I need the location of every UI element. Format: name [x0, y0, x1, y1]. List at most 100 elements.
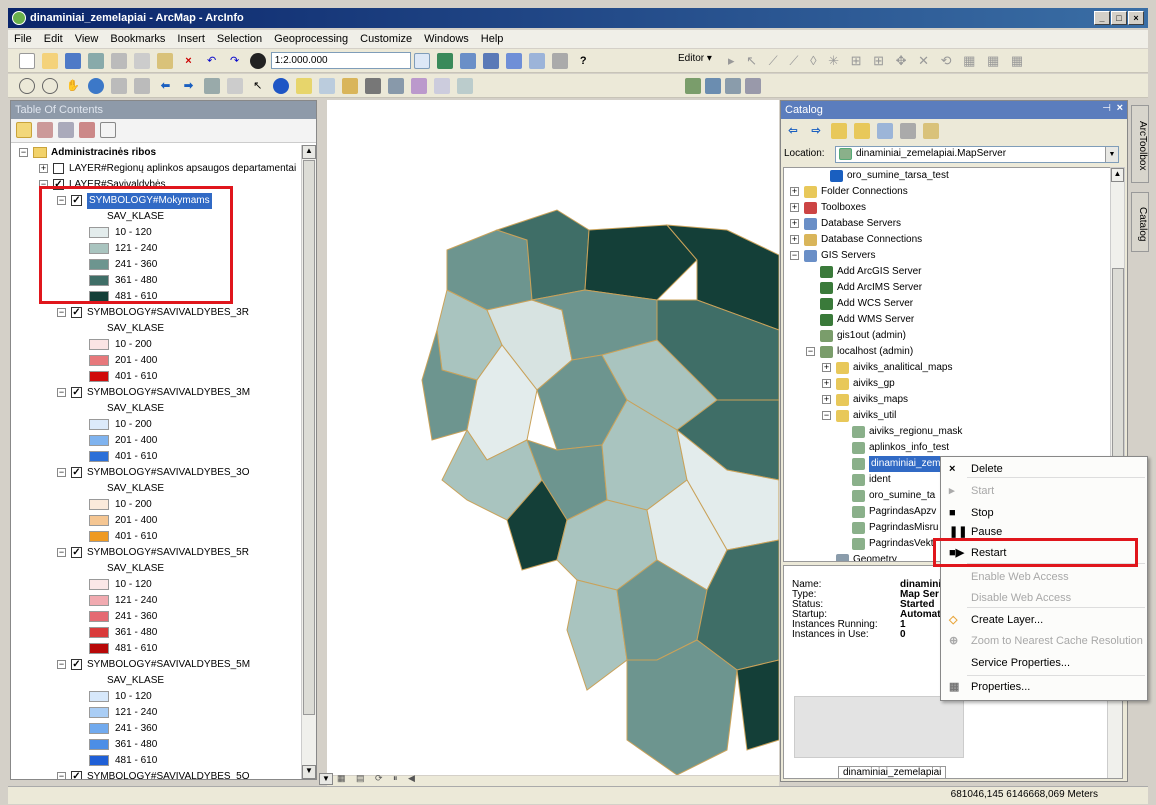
undo-icon[interactable]: ↶ [204, 53, 220, 69]
catalog-item[interactable]: Add ArcGIS Server [784, 264, 1110, 280]
ctx-item-properties[interactable]: ▦ Properties... [941, 677, 1147, 697]
fixed-zoom-out-icon[interactable] [134, 78, 151, 94]
network-tool-icon[interactable] [705, 78, 721, 94]
collapse-icon[interactable]: − [57, 468, 66, 477]
open-folder-icon[interactable] [42, 53, 59, 69]
map-view[interactable] [327, 100, 780, 776]
ctx-item-enable-web-access[interactable]: Enable Web Access [941, 567, 1147, 587]
catalog-item[interactable]: gis1out (admin) [784, 328, 1110, 344]
toc-window-icon[interactable] [459, 53, 476, 69]
create-viewer-icon[interactable] [457, 78, 474, 94]
expand-icon[interactable]: + [822, 363, 831, 372]
data-layout-view-toggle-icon[interactable]: ▦ ▤ ⟳ ⏸ ◀ [337, 773, 419, 784]
select-elements-icon[interactable]: ↖ [250, 78, 266, 94]
catalog-item[interactable]: − aiviks_util [784, 408, 1110, 424]
municipalities-map[interactable] [327, 100, 780, 776]
fixed-zoom-in-icon[interactable] [111, 78, 128, 94]
catalog-forward-icon[interactable]: ⇨ [808, 123, 824, 139]
scroll-down-icon[interactable]: ▼ [319, 773, 333, 785]
time-slider-icon[interactable] [434, 78, 451, 94]
select-features-icon[interactable] [203, 78, 220, 94]
find-icon[interactable] [365, 78, 381, 94]
menu-file[interactable]: File [8, 30, 38, 48]
list-by-source-icon[interactable] [37, 122, 54, 138]
catalog-options-icon[interactable] [923, 123, 940, 139]
expand-icon[interactable]: + [822, 379, 831, 388]
toc-scroll-thumb[interactable] [303, 160, 315, 715]
arctoolbox-icon[interactable] [529, 53, 546, 69]
catalog-item[interactable]: aiviks_regionu_mask [784, 424, 1110, 440]
collapse-icon[interactable]: − [19, 148, 28, 157]
toc-symbology-label[interactable]: SYMBOLOGY#SAVIVALDYBES_3M [87, 385, 250, 401]
layer-checkbox[interactable]: ✓ [71, 659, 82, 670]
clear-selection-icon[interactable] [226, 78, 243, 94]
menu-geoprocessing[interactable]: Geoprocessing [268, 30, 354, 48]
editor-menu[interactable]: Editor ▾ [678, 53, 712, 64]
expand-icon[interactable]: − [790, 251, 799, 260]
expand-icon[interactable]: + [790, 187, 799, 196]
list-by-visibility-icon[interactable] [58, 122, 75, 138]
cut-icon[interactable] [111, 53, 128, 69]
layer-checkbox[interactable]: ✓ [71, 547, 82, 558]
ctx-item-disable-web-access[interactable]: Disable Web Access [941, 588, 1147, 608]
go-to-xy-icon[interactable] [411, 78, 428, 94]
toc-symbology-label[interactable]: SYMBOLOGY#SAVIVALDYBES_5M [87, 657, 250, 673]
measure-icon[interactable] [341, 78, 358, 94]
layer-checkbox[interactable]: ✓ [71, 467, 82, 478]
publish-tool-icon[interactable] [725, 78, 741, 94]
toc-options-icon[interactable] [100, 122, 117, 138]
ctx-item-create-layer[interactable]: ◇ Create Layer... [941, 610, 1147, 630]
service-tool-icon[interactable] [745, 78, 761, 94]
layer-checkbox[interactable] [53, 163, 64, 174]
paste-icon[interactable] [157, 53, 174, 69]
copy-icon[interactable] [134, 53, 151, 69]
menu-view[interactable]: View [69, 30, 105, 48]
collapse-icon[interactable]: − [57, 548, 66, 557]
catalog-home-icon[interactable] [854, 123, 871, 139]
toc-symbology-label[interactable]: SYMBOLOGY#SAVIVALDYBES_3R [87, 305, 249, 321]
forward-extent-icon[interactable]: ➡ [181, 78, 197, 94]
collapse-icon[interactable]: − [57, 388, 66, 397]
catalog-item[interactable]: oro_sumine_tarsa_test [784, 168, 1110, 184]
preview-tab[interactable]: dinaminiai_zemelapiai [838, 766, 947, 778]
save-icon[interactable] [65, 53, 82, 69]
catalog-item[interactable]: + Toolboxes [784, 200, 1110, 216]
close-button[interactable]: × [1128, 11, 1144, 25]
catalog-item[interactable]: + Database Connections [784, 232, 1110, 248]
layer-checkbox[interactable]: ✓ [71, 307, 82, 318]
catalog-up-icon[interactable] [831, 123, 848, 139]
catalog-side-tab[interactable]: Catalog [1131, 192, 1149, 252]
catalog-item[interactable]: Add WMS Server [784, 312, 1110, 328]
scale-dropdown-icon[interactable] [413, 53, 430, 69]
menu-edit[interactable]: Edit [38, 30, 69, 48]
catalog-item[interactable]: + Folder Connections [784, 184, 1110, 200]
location-dropdown-icon[interactable]: ▼ [1105, 147, 1118, 162]
print-icon[interactable] [88, 53, 105, 69]
new-document-icon[interactable] [19, 53, 36, 69]
menu-insert[interactable]: Insert [171, 30, 211, 48]
layer-checkbox[interactable]: ✓ [71, 387, 82, 398]
zoom-out-icon[interactable] [42, 78, 59, 94]
catalog-item[interactable]: + aiviks_maps [784, 392, 1110, 408]
delete-icon[interactable]: × [181, 53, 197, 69]
expand-icon[interactable]: + [790, 203, 799, 212]
add-data-icon[interactable] [249, 53, 266, 69]
menu-bookmarks[interactable]: Bookmarks [104, 30, 171, 48]
catalog-scroll-thumb[interactable] [1112, 268, 1124, 468]
toc-symbology-label[interactable]: SYMBOLOGY#SAVIVALDYBES_5O [87, 769, 249, 779]
search-window-icon[interactable] [506, 53, 523, 69]
expand-icon[interactable]: − [822, 411, 831, 420]
whats-this-icon[interactable]: ? [575, 53, 591, 69]
ctx-item-zoom-to-nearest-cache-resolution[interactable]: ⊕ Zoom to Nearest Cache Resolution [941, 631, 1147, 651]
georef-tool-icon[interactable] [685, 78, 701, 94]
arctoolbox-side-tab[interactable]: ArcToolbox [1131, 105, 1149, 183]
catalog-back-icon[interactable]: ⇦ [785, 123, 801, 139]
catalog-item[interactable]: + aiviks_gp [784, 376, 1110, 392]
menu-customize[interactable]: Customize [354, 30, 418, 48]
expand-icon[interactable]: + [822, 395, 831, 404]
catalog-connect-icon[interactable] [877, 123, 894, 139]
catalog-pin-icon[interactable]: ⊣ [1102, 103, 1111, 114]
ctx-item-delete[interactable]: × Delete [941, 459, 1147, 479]
catalog-views-icon[interactable] [900, 123, 917, 139]
list-by-drawing-order-icon[interactable] [16, 122, 32, 138]
